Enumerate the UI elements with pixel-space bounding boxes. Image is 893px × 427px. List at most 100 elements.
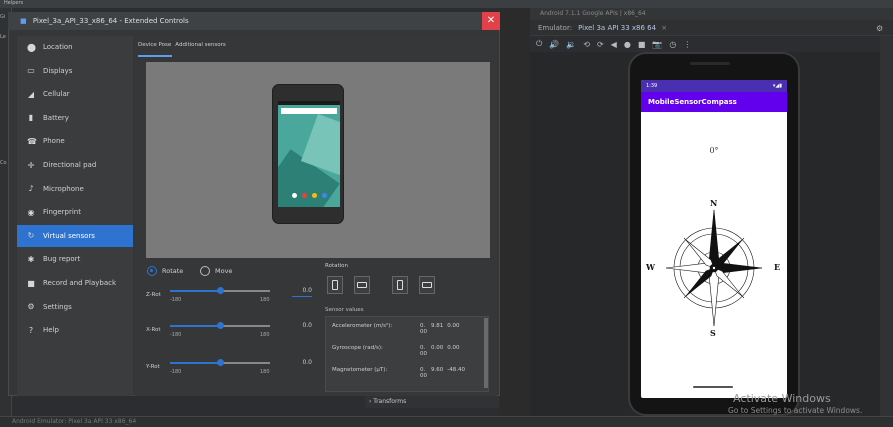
- sidebar-icon: ▭: [27, 66, 35, 76]
- slider-min: -180: [170, 332, 182, 338]
- volume-down-icon[interactable]: 🔉: [566, 40, 576, 49]
- sensor-row: Gyroscope (rad/s): 0. 00 0.00 0.00: [332, 345, 460, 357]
- ide-gutter: [500, 8, 530, 418]
- ide-status-bar: Android Emulator: Pixel 3a API 33 x86_64: [0, 416, 893, 427]
- sidebar-item-label: Battery: [43, 113, 69, 122]
- phone-screen[interactable]: 1:39 ▾◢▮ MobileSensorCompass 0° N S E W: [641, 80, 787, 398]
- slider-thumb[interactable]: [217, 287, 224, 294]
- sidebar: ⬤ Location ▭ Displays ◢ Cellular ▮ Battery ☎ Phon…: [17, 36, 133, 396]
- ide-left-letter: Gi: [0, 14, 6, 20]
- slider-value-input[interactable]: 0.0: [292, 287, 312, 297]
- phone-speaker: [690, 62, 730, 65]
- close-button[interactable]: ✕: [482, 12, 500, 30]
- emulator-tab[interactable]: Pixel 3a API 33 x86 64 ×: [578, 24, 667, 32]
- sidebar-item-label: Microphone: [43, 184, 84, 193]
- sensor-value-x: 0. 00: [420, 345, 427, 357]
- overview-icon[interactable]: ■: [638, 40, 646, 49]
- activation-watermark-title: Activate Windows: [733, 392, 831, 405]
- sidebar-icon: ✱: [27, 254, 35, 264]
- sidebar-item-location[interactable]: ⬤ Location: [17, 36, 133, 58]
- sensor-value-z: 0.00: [447, 345, 460, 351]
- emulator-tabs: Emulator: Pixel 3a API 33 x86 64 ×: [530, 20, 893, 36]
- rotate-reverse-landscape-button[interactable]: [419, 276, 435, 294]
- helpers-label: Helpers: [4, 0, 24, 6]
- transforms-toggle[interactable]: › Transforms: [369, 398, 406, 405]
- sidebar-item-directional-pad[interactable]: ✛ Directional pad: [17, 154, 133, 176]
- app-status-bar: 1:39 ▾◢▮: [641, 80, 787, 92]
- sensor-value-y: 9.81: [431, 323, 444, 329]
- rotate-radio[interactable]: [147, 266, 157, 276]
- sidebar-item-cellular[interactable]: ◢ Cellular: [17, 83, 133, 105]
- sensor-value-z: -48.40: [447, 367, 465, 373]
- sidebar-item-phone[interactable]: ☎ Phone: [17, 130, 133, 152]
- slider-fill: [170, 290, 220, 292]
- tab-additional-sensors[interactable]: Additional sensors: [175, 42, 225, 48]
- sidebar-item-help[interactable]: ? Help: [17, 319, 133, 341]
- home-icon[interactable]: ●: [624, 40, 631, 49]
- compass-west-label: W: [646, 262, 655, 272]
- slider-value-input[interactable]: 0.0: [292, 322, 312, 332]
- dialog-title-bar[interactable]: ■ Pixel_3a_API_33_x86_64 - Extended Cont…: [8, 12, 500, 30]
- sidebar-item-label: Location: [43, 43, 73, 51]
- sensor-value-x-part: 00: [420, 329, 427, 335]
- rotate-left-icon[interactable]: ⟲: [583, 40, 590, 49]
- rotate-landscape-button[interactable]: [354, 276, 370, 294]
- sidebar-item-label: Record and Playback: [43, 279, 117, 287]
- sensor-value-x: 0. 00: [420, 323, 427, 335]
- sidebar-item-label: Displays: [43, 66, 73, 75]
- sidebar-item-microphone[interactable]: ♪ Microphone: [17, 178, 133, 200]
- sidebar-item-settings[interactable]: ⚙ Settings: [17, 296, 133, 318]
- tab-device-pose[interactable]: Device Pose: [138, 42, 171, 48]
- status-text: Android Emulator: Pixel 3a API 33 x86_64: [12, 418, 137, 425]
- sidebar-item-displays[interactable]: ▭ Displays: [17, 60, 133, 82]
- sidebar-item-fingerprint[interactable]: ◉ Fingerprint: [17, 201, 133, 223]
- volume-up-icon[interactable]: 🔊: [549, 40, 559, 49]
- sidebar-item-label: Fingerprint: [43, 208, 81, 217]
- rotate-reverse-portrait-button[interactable]: [392, 276, 408, 294]
- rotate-portrait-button[interactable]: [327, 276, 343, 294]
- status-time: 1:39: [646, 83, 658, 89]
- sensor-values-panel: Accelerometer (m/s²): 0. 00 9.81 0.00 Gyrosco…: [325, 316, 489, 392]
- move-radio[interactable]: [200, 266, 210, 276]
- slider-max: 180: [260, 332, 270, 338]
- sidebar-icon: ✛: [27, 160, 35, 170]
- sidebar-icon: ⬤: [27, 42, 36, 52]
- sensor-name: Gyroscope (rad/s):: [332, 345, 383, 351]
- sidebar-item-battery[interactable]: ▮ Battery: [17, 107, 133, 129]
- emulator-tab-close-icon[interactable]: ×: [661, 24, 667, 32]
- emulator-header-text: Android 7.1.1 Google APIs | x86_64: [540, 10, 646, 17]
- sidebar-icon: ◉: [27, 207, 35, 217]
- status-icons: ▾◢▮: [772, 83, 782, 89]
- sidebar-icon: ▮: [28, 113, 34, 123]
- sidebar-icon: ↻: [27, 231, 35, 241]
- more-icon[interactable]: ⋮: [683, 40, 691, 49]
- compass-east-label: E: [774, 262, 781, 272]
- slider-max: 180: [260, 297, 270, 303]
- snapshot-icon[interactable]: ◷: [669, 40, 676, 49]
- power-icon[interactable]: ⏻: [536, 39, 542, 49]
- rotate-right-icon[interactable]: ⟳: [597, 40, 604, 49]
- sidebar-item-virtual-sensors[interactable]: ↻ Virtual sensors: [17, 224, 133, 247]
- sensor-value-y: 9.60: [431, 367, 444, 373]
- sidebar-item-bug-report[interactable]: ✱ Bug report: [17, 248, 133, 270]
- sensor-scrollbar[interactable]: [484, 318, 488, 388]
- slider-value-input[interactable]: 0.0: [292, 359, 312, 369]
- gesture-nav-bar[interactable]: [693, 386, 733, 388]
- ide-top-bar: Helpers: [0, 0, 893, 8]
- emulator-settings-icon[interactable]: ⚙: [876, 24, 883, 33]
- compass-north-label: N: [710, 198, 718, 208]
- activation-watermark-subtitle: Go to Settings to activate Windows.: [728, 406, 863, 415]
- sensor-value-x-part: 00: [420, 351, 427, 357]
- sensor-row: Accelerometer (m/s²): 0. 00 9.81 0.00: [332, 323, 460, 335]
- back-icon[interactable]: ◀: [611, 40, 617, 49]
- ide-left-letter: Le: [0, 34, 6, 40]
- sidebar-item-label: Cellular: [43, 90, 70, 99]
- slider-thumb[interactable]: [217, 359, 224, 366]
- slider-thumb[interactable]: [217, 322, 224, 329]
- tab-bar: Device Pose Additional sensors: [138, 42, 226, 48]
- sidebar-item-record-and-playback[interactable]: ■ Record and Playback: [17, 272, 133, 294]
- slider-label: X-Rot: [146, 327, 161, 333]
- camera-icon[interactable]: 📷: [652, 40, 662, 49]
- device-pose-viewport[interactable]: [146, 62, 490, 258]
- virtual-device-model[interactable]: [272, 84, 344, 224]
